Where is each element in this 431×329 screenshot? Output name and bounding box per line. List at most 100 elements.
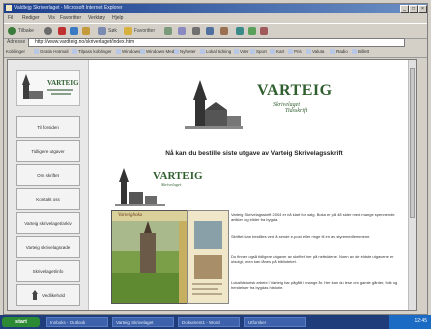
taskbar-item[interactable]: Innboks - Outlook (46, 317, 108, 327)
link-item[interactable]: Pris (288, 49, 302, 56)
book-cover-image[interactable]: Varteigboka (111, 210, 188, 304)
menu-help[interactable]: Hjelp (112, 15, 123, 21)
address-input[interactable]: http://www.vardteig.no/skriverlaget/inde… (28, 38, 405, 47)
back-text-line (192, 283, 222, 285)
link-label: Tilpass koblinger (78, 49, 112, 54)
forward-arrow-icon[interactable] (44, 27, 52, 35)
close-button[interactable]: × (418, 5, 427, 13)
link-icon (270, 49, 275, 55)
menu-tools[interactable]: Verktøy (88, 15, 105, 21)
book-back-image[interactable] (187, 210, 229, 304)
menu-view[interactable]: Vis (48, 15, 55, 21)
paragraph: Varteig Skrivelagsskrift 2004 er nå klar… (231, 212, 395, 222)
address-label: Adresse (7, 39, 26, 45)
favorites-label[interactable]: Favoritter (134, 28, 155, 34)
brand-tagline: Tidsskrift (285, 108, 308, 114)
cover-church (140, 221, 156, 273)
nav-about[interactable]: Om skriftet (16, 164, 80, 186)
menu-favorites[interactable]: Favoritter (60, 15, 81, 21)
cover-stripe (179, 221, 187, 303)
maximize-button[interactable]: □ (409, 5, 418, 13)
messenger-icon[interactable] (236, 27, 244, 35)
search-label[interactable]: Søk (108, 28, 117, 34)
nav-contact[interactable]: Kontakt oss (16, 188, 80, 210)
toolbar: Tilbake Søk Favoritter (4, 23, 427, 39)
link-item[interactable]: Tilpass koblinger (72, 49, 112, 56)
refresh-icon[interactable] (70, 27, 78, 35)
home-icon[interactable] (82, 27, 90, 35)
link-item[interactable]: Nyheter (174, 49, 196, 56)
print-icon[interactable] (192, 27, 200, 35)
link-label: Kart (276, 49, 285, 54)
scroll-thumb[interactable] (410, 68, 415, 218)
nav-maintenance[interactable]: Vedlikehold (16, 284, 80, 306)
link-icon (140, 49, 145, 55)
sidebar: VARTEIG Til forsiden Tidligere utgaver O… (8, 60, 89, 310)
nav-previous-issues[interactable]: Tidligere utgaver (16, 140, 80, 162)
title-bar[interactable]: Valdtejg Skriverlaget - Microsoft Intern… (4, 4, 427, 13)
link-item[interactable]: Valuta (306, 49, 324, 56)
address-url: http://www.vardteig.no/skriverlaget/inde… (35, 39, 135, 45)
history-icon[interactable] (164, 27, 172, 35)
sidebar-logo[interactable]: VARTEIG (16, 70, 80, 106)
link-item[interactable]: Vær (234, 49, 249, 56)
taskbar-item[interactable]: Dokument1 - Word (178, 317, 240, 327)
link-icon (234, 49, 239, 55)
link-label: Valuta (312, 49, 325, 54)
menu-bar: Fil Rediger Vis Favoritter Verktøy Hjelp (4, 14, 427, 22)
nav-home[interactable]: Til forsiden (16, 116, 80, 138)
favorites-icon[interactable] (124, 27, 132, 35)
nav-board[interactable]: Varteig skrivelagsrøde (16, 236, 80, 258)
link-icon (250, 49, 255, 55)
back-text-line (192, 288, 218, 290)
link-item[interactable]: Billett (352, 49, 369, 56)
vertical-scrollbar[interactable] (408, 60, 416, 310)
link-item[interactable]: Radio (330, 49, 348, 56)
link-item[interactable]: Gratis Hotmail (34, 49, 69, 56)
research-icon[interactable] (248, 27, 256, 35)
taskbar: start Innboks - Outlook Varteig Skrivela… (0, 315, 431, 329)
start-button[interactable]: start (2, 317, 40, 327)
brand-title: VARTEIG (257, 82, 333, 99)
paragraph: Du finner også tidligere utgaver av skri… (231, 254, 394, 264)
link-icon (306, 49, 311, 55)
link-label: Windows Media (146, 49, 178, 54)
link-label: Radio (336, 49, 348, 54)
stop-icon[interactable] (58, 27, 66, 35)
minimize-button[interactable]: _ (400, 5, 409, 13)
back-arrow-icon[interactable] (8, 27, 16, 35)
nav-info[interactable]: Skrivelaget/info (16, 260, 80, 282)
menu-file[interactable]: Fil (8, 15, 13, 21)
browser-window: Valdtejg Skriverlaget - Microsoft Intern… (3, 3, 428, 315)
church-icon (31, 290, 38, 300)
link-item[interactable]: Windows (116, 49, 140, 56)
svg-text:VARTEIG: VARTEIG (47, 79, 79, 87)
link-icon (352, 49, 357, 55)
discuss-icon[interactable] (220, 27, 228, 35)
link-label: Lokal tidning (206, 49, 232, 54)
taskbar-item[interactable]: Varteig Skrivelaget (112, 317, 174, 327)
header-illustration (185, 78, 243, 130)
back-label[interactable]: Tilbake (18, 28, 34, 34)
link-item[interactable]: Windows Media (140, 49, 178, 56)
address-bar: Adresse http://www.vardteig.no/skriverla… (4, 38, 427, 47)
header-brand: VARTEIG Skrivelaget Tidsskrift (257, 82, 333, 114)
link-icon (288, 49, 293, 55)
media-icon[interactable] (260, 27, 268, 35)
link-icon (34, 49, 39, 55)
clock[interactable]: 12:45 (414, 318, 427, 324)
menu-edit[interactable]: Rediger (22, 15, 40, 21)
web-page: VARTEIG Til forsiden Tidligere utgaver O… (7, 59, 417, 311)
cover-title: Varteigboka (118, 213, 143, 218)
link-item[interactable]: Kart (270, 49, 284, 56)
link-icon (200, 49, 205, 55)
link-item[interactable]: Sport (250, 49, 267, 56)
link-item[interactable]: Lokal tidning (200, 49, 231, 56)
taskbar-item[interactable]: Utforsker (244, 317, 306, 327)
church-logo-icon: VARTEIG (22, 74, 79, 99)
edit-icon[interactable] (206, 27, 214, 35)
mail-icon[interactable] (178, 27, 186, 35)
back-text-line (192, 293, 222, 295)
nav-archive[interactable]: Varteig skrivelaget/arkiv (16, 212, 80, 234)
search-icon[interactable] (98, 27, 106, 35)
